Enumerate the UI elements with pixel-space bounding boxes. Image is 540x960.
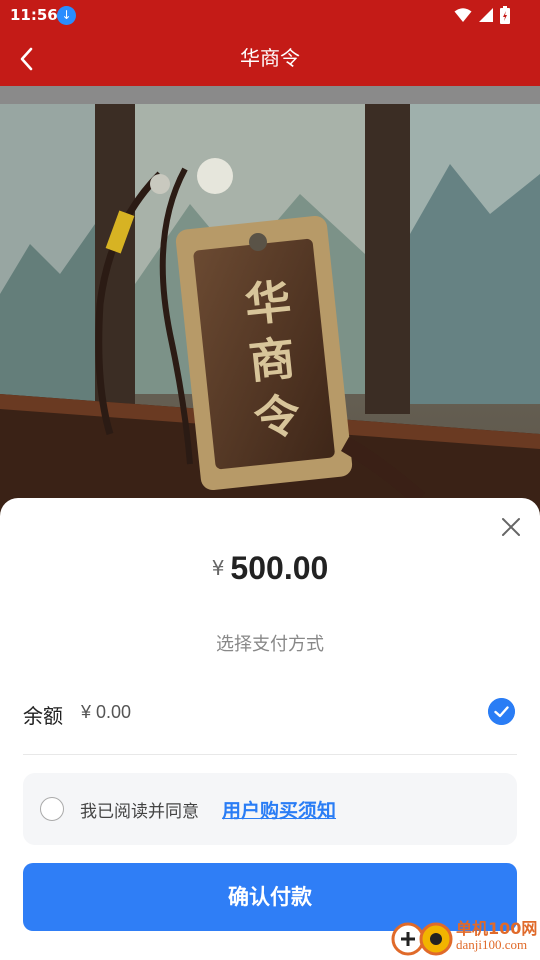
page-title: 华商令 [240,46,300,70]
choose-method-label: 选择支付方式 [216,634,324,655]
watermark-url: danji100.com [456,937,528,952]
pendant-char-2: 商 [246,331,297,390]
agreement-text: 我已阅读并同意 [80,802,199,822]
status-time: 11:56 [10,6,58,24]
purchase-terms-link[interactable]: 用户购买须知 [222,796,336,823]
payment-sheet: ¥500.00 选择支付方式 余额 ¥ 0.00 我已阅读并同意 用户购买须知 … [0,498,540,960]
product-hero-image: 华 商 令 [0,104,540,524]
battery-icon [500,6,510,24]
payment-amount: ¥500.00 [0,550,540,587]
agreement-box: 我已阅读并同意 用户购买须知 [23,773,517,845]
watermark-brand: 单机100网 [456,919,538,938]
divider-strip [0,86,540,104]
pendant-char-1: 华 [242,274,293,333]
watermark: 单机100网 danji100.com [390,915,540,960]
pendant-char-3: 令 [251,388,303,447]
app-bar: 华商令 [0,30,540,86]
balance-label: 余额 [23,704,63,728]
agreement-checkbox[interactable] [40,797,64,821]
check-circle-icon[interactable] [488,698,515,725]
amount-value: 500.00 [230,550,329,586]
balance-value: ¥ 0.00 [81,702,132,722]
currency-symbol: ¥ [211,556,225,580]
payment-option-balance[interactable]: 余额 ¥ 0.00 [23,694,517,755]
signal-icon [479,8,493,22]
download-icon: ↓ [57,6,76,25]
wifi-icon [454,8,472,22]
watermark-logo-icon [391,922,453,956]
close-button[interactable] [500,516,522,538]
pendant-tag: 华 商 令 [175,215,353,491]
close-icon [502,518,520,536]
status-bar: 11:56 ↓ [0,0,540,30]
